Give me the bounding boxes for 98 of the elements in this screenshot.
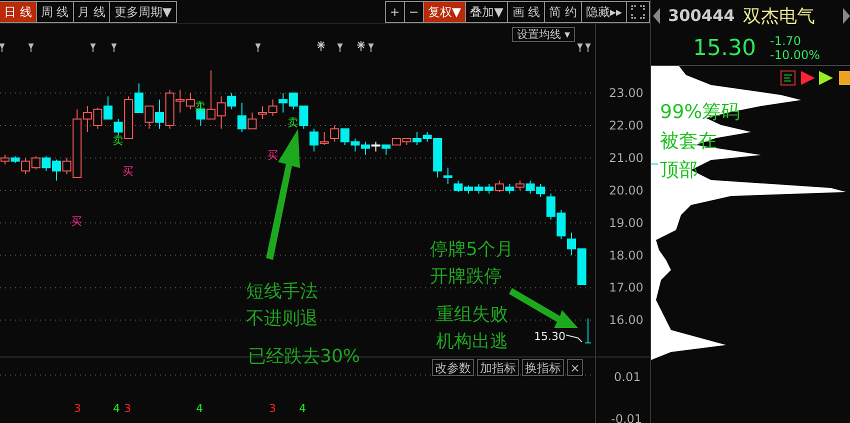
indicator-button[interactable]: × [567,359,584,376]
period-tab[interactable]: 日 线 [0,1,37,23]
candlestick [330,125,340,142]
down-marker-icon [112,44,117,52]
indicator-mark: 3 [124,402,131,415]
period-tab[interactable]: 更多周期▼ [109,1,177,23]
candlestick [484,183,494,194]
down-marker-icon [28,44,34,52]
list-icon[interactable] [780,70,796,86]
signal-label: 买 [266,148,278,163]
toolbar-button[interactable]: + [384,1,405,23]
candlestick [278,92,288,114]
star-marker-icon [356,40,366,52]
price-axis-label: 16.00 [609,313,644,328]
arrow [509,288,578,328]
signal-label: 买 [71,214,82,229]
last-price: 15.30 [693,36,756,61]
candlestick [268,99,278,116]
price-axis-label: 19.00 [609,216,644,230]
fullscreen-icon [631,5,645,19]
candlestick [104,96,112,120]
toolbar-button[interactable]: 复权▼ [422,1,466,23]
candlestick [134,82,144,114]
price-axis-label: 17.00 [609,280,644,295]
indicator-button[interactable]: 加指标 [477,359,519,376]
next-arrow-icon[interactable] [843,8,850,24]
candlestick [299,106,308,130]
candlestick [556,209,566,240]
indicator-button[interactable]: 换指标 [522,359,564,376]
signal-label: 买 [122,164,134,179]
percent-change: -10.00% [770,48,820,62]
indicator-mark: 4 [196,402,203,415]
price-pointer-line [566,334,582,342]
previous-arrow-icon[interactable] [653,8,660,24]
annotation-text: 不进则退 [246,307,318,331]
price-axis-label: 23.00 [609,86,644,100]
price-axis-label: 18.00 [609,248,644,262]
signal-label: 卖 [287,115,298,130]
period-tab[interactable]: 月 线 [72,1,110,23]
star-marker-icon [316,40,326,52]
toolbar-button[interactable]: 叠加▼ [465,1,508,23]
annotation-text: 已经跌去30% [248,345,360,369]
down-marker-icon [578,44,583,52]
candlestick [93,107,102,130]
indicator-axis-label: -0.01 [611,412,642,423]
candlestick [371,141,380,152]
candlestick [42,156,51,172]
price-axis-label: 20.00 [609,183,644,198]
candlestick [516,180,524,191]
signal-label: 卖 [112,133,124,148]
annotation-text: 机构出逃 [436,330,508,354]
price-axis-label: 21.00 [609,150,644,165]
toolbar-button[interactable]: 画 线 [507,1,546,23]
indicator-axis-label: 0.01 [614,370,641,384]
candlestick [494,180,504,193]
indicator-button[interactable]: 改参数 [432,359,474,376]
candlestick [474,183,484,194]
toolbar-button[interactable]: 隐藏▸▸ [580,1,627,23]
stock-code: 300444 [668,6,735,26]
candlestick [52,159,61,182]
candlestick [288,92,298,110]
annotation-text: 停牌5个月 [430,238,514,262]
ma-settings-dropdown[interactable]: 设置均线 ▾ [512,27,576,42]
annotation-text: 重组失败 [436,303,508,327]
candlestick [144,106,154,130]
price-axis-label: 22.00 [609,118,644,133]
chip-note-text: 顶部 [660,158,699,183]
annotation-text: 短线手法 [246,280,318,304]
candlestick [526,180,535,194]
indicator-mark: 4 [113,402,120,415]
down-marker-icon [338,44,343,52]
indicator-mark: 4 [299,402,306,415]
candlestick [361,141,370,156]
last-price-label: 15.30 [534,330,566,343]
candlestick [155,99,164,130]
down-marker-icon [586,44,591,52]
candlestick [464,185,473,194]
candlestick [340,128,350,146]
candlestick [505,183,514,194]
toolbar-button[interactable]: 简 约 [544,1,582,23]
candlestick [350,138,360,152]
stock-name: 双杰电气 [742,4,815,28]
candlestick [31,156,40,170]
indicator-mark: 3 [74,402,81,415]
price-change: -1.70 [770,34,802,48]
candlestick [454,180,463,193]
toolbar-button[interactable]: − [404,1,424,23]
period-tab[interactable]: 周 线 [36,1,74,23]
down-marker-icon [256,44,261,52]
limit-down-tick [584,318,592,344]
annotation-text: 开牌跌停 [430,265,503,289]
down-marker-icon [368,44,374,52]
down-marker-icon [0,44,5,52]
indicator-mark: 3 [269,402,276,415]
down-marker-icon [90,44,96,52]
candlestick [186,92,195,110]
fullscreen-button[interactable] [626,1,650,23]
candlestick [258,106,267,120]
